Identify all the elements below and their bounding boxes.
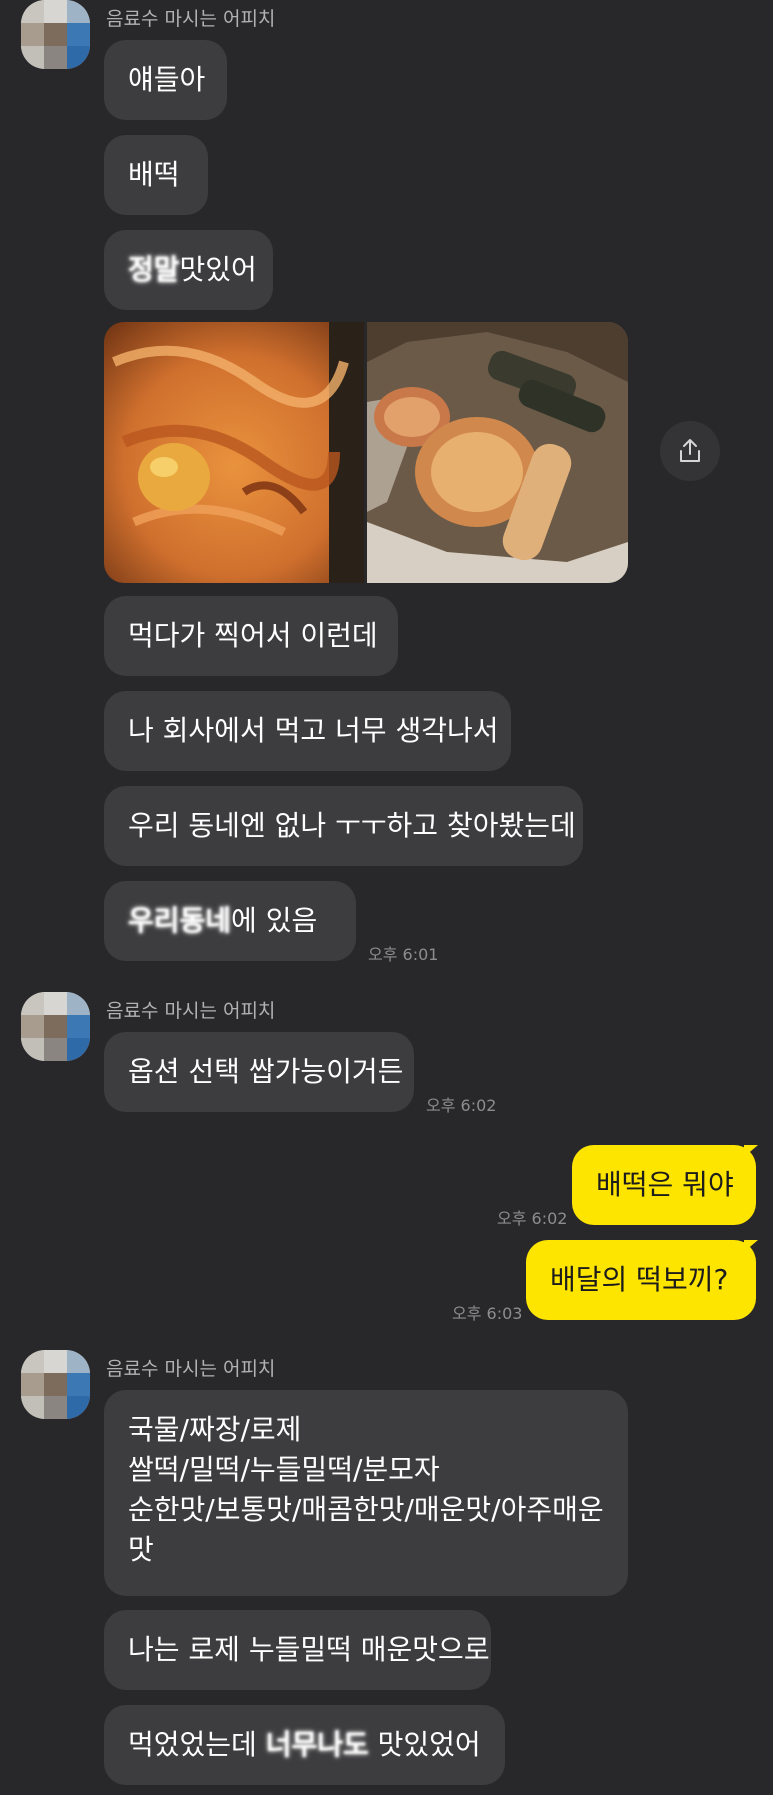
avatar[interactable] <box>21 0 90 69</box>
sender-name: 음료수 마시는 어피치 <box>106 1358 276 1380</box>
message-bubble[interactable]: 얘들아 <box>104 40 227 120</box>
message-bubble[interactable]: 국물/짜장/로제 쌀떡/밀떡/누들밀떡/분모자 순한맛/보통맛/매콤한맛/매운맛… <box>104 1390 628 1596</box>
message-text: 옵션 선택 쌉가능이거든 <box>128 1055 404 1088</box>
message-text: 배떡 <box>128 158 180 191</box>
message-text: 배달의 떡보끼? <box>550 1263 729 1296</box>
photo-tteokbokki[interactable] <box>104 322 364 583</box>
message-line: 순한맛/보통맛/매콤한맛/매운맛/아주매운 <box>128 1493 604 1526</box>
message-bubble[interactable]: 먹다가 찍어서 이런데 <box>104 596 398 676</box>
message-bubble[interactable]: 나 회사에서 먹고 너무 생각나서 <box>104 691 511 771</box>
message-bubble[interactable]: 우리 동네엔 없나 ㅜㅜ하고 찾아봤는데 <box>104 786 583 866</box>
message-text: 배떡은 뭐야 <box>596 1168 734 1201</box>
message-bubble[interactable]: 옵션 선택 쌉가능이거든 <box>104 1032 414 1112</box>
message-bubble[interactable]: 우리동네 에 있음 <box>104 881 356 961</box>
bubble-tail <box>744 1240 758 1252</box>
my-message-bubble[interactable]: 배떡은 뭐야 <box>572 1145 756 1225</box>
avatar[interactable] <box>21 992 90 1061</box>
message-text: 맛있었어 <box>368 1728 481 1761</box>
blurred-text: 정말 <box>128 253 180 286</box>
message-bubble[interactable]: 먹었었는데 너무나도 맛있었어 <box>104 1705 505 1785</box>
sender-name: 음료수 마시는 어피치 <box>106 1000 276 1022</box>
blurred-text: 우리동네 <box>128 904 232 937</box>
message-bubble[interactable]: 배떡 <box>104 135 208 215</box>
avatar[interactable] <box>21 1350 90 1419</box>
share-button[interactable] <box>660 421 720 481</box>
fried-food-image <box>367 322 628 583</box>
photo-fried-food[interactable] <box>367 322 628 583</box>
message-bubble[interactable]: 정말 맛있어 <box>104 230 273 310</box>
message-text: 나는 로제 누들밀떡 매운맛으로 <box>128 1633 490 1666</box>
message-bubble[interactable]: 나는 로제 누들밀떡 매운맛으로 <box>104 1610 491 1690</box>
message-line: 국물/짜장/로제 <box>128 1413 302 1446</box>
sender-name: 음료수 마시는 어피치 <box>106 8 276 30</box>
message-time: 오후 6:01 <box>368 945 439 964</box>
message-text: 얘들아 <box>128 63 206 96</box>
message-line: 쌀떡/밀떡/누들밀떡/분모자 <box>128 1453 440 1486</box>
message-text: 먹었었는데 <box>128 1728 266 1761</box>
blurred-text: 너무나도 <box>265 1728 369 1761</box>
photo-attachment[interactable] <box>104 322 628 583</box>
message-text: 맛있어 <box>179 253 257 286</box>
message-text: 에 있음 <box>231 904 318 937</box>
tteokbokki-image <box>104 322 364 583</box>
share-upload-icon <box>680 439 700 462</box>
message-text: 먹다가 찍어서 이런데 <box>128 619 378 652</box>
message-text: 우리 동네엔 없나 ㅜㅜ하고 찾아봤는데 <box>128 809 576 842</box>
message-time: 오후 6:02 <box>497 1209 568 1228</box>
message-time: 오후 6:02 <box>426 1096 497 1115</box>
message-text: 나 회사에서 먹고 너무 생각나서 <box>128 714 499 747</box>
message-time: 오후 6:03 <box>452 1304 523 1323</box>
message-line: 맛 <box>128 1533 154 1566</box>
my-message-bubble[interactable]: 배달의 떡보끼? <box>526 1240 756 1320</box>
bubble-tail <box>744 1145 758 1157</box>
